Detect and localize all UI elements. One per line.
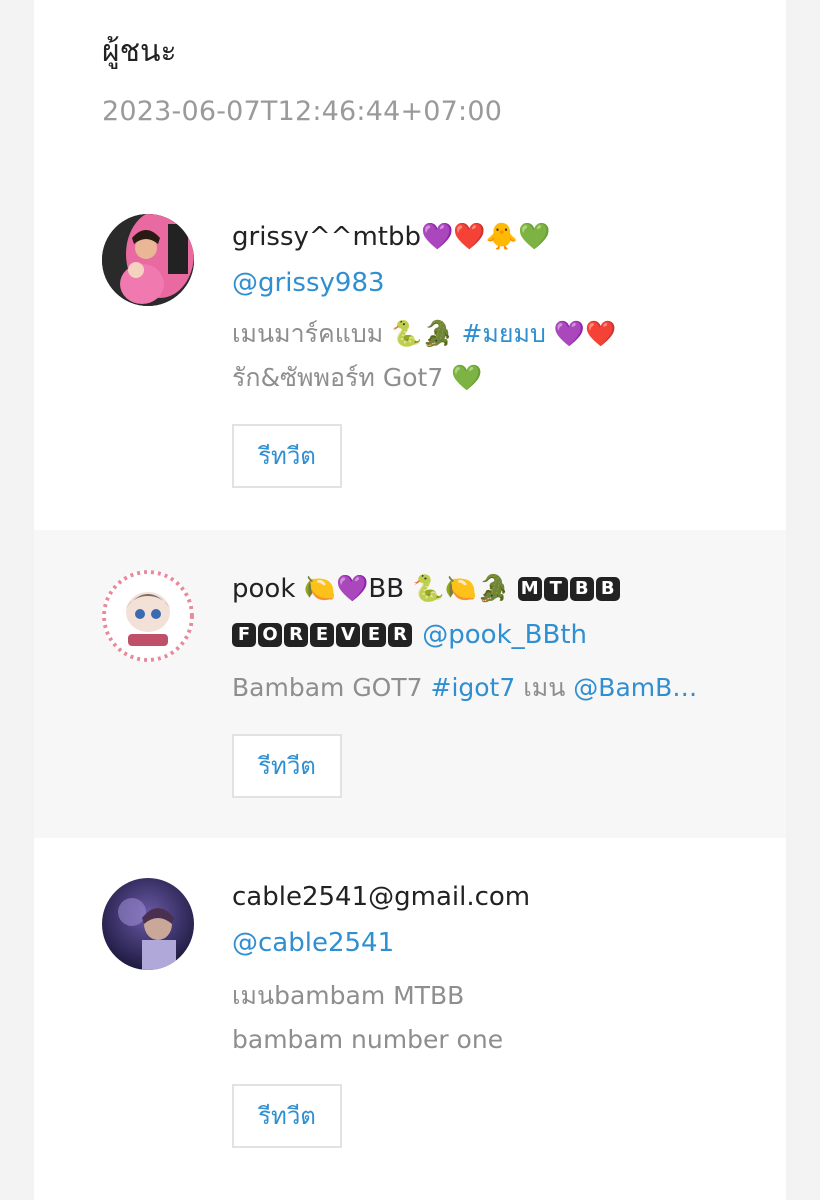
retweet-button[interactable]: รีทวีต <box>232 1084 342 1148</box>
user-handle[interactable]: @grissy983 <box>232 268 385 298</box>
hashtag-link[interactable]: #igot7 <box>431 673 516 702</box>
purple-heart-icon: 💜 <box>421 222 454 252</box>
retweet-button[interactable]: รีทวีต <box>232 424 342 488</box>
boxed-forever: FOREVER <box>232 620 414 650</box>
winner-entry-3: cable2541@gmail.com @cable2541 เมนbambam… <box>34 838 786 1200</box>
user-handle[interactable]: @pook_BBth <box>422 620 587 650</box>
bio-line-2: bambam number one <box>232 1025 504 1054</box>
user-handle[interactable]: @cable2541 <box>232 928 394 958</box>
chick-icon: 🐥 <box>485 222 519 252</box>
winners-card: ผู้ชนะ 2023-06-07T12:46:44+07:00 grissy^… <box>34 0 786 1200</box>
green-heart-icon: 💚 <box>518 222 551 252</box>
crocodile-icon: 🐊 <box>477 574 510 604</box>
avatar[interactable] <box>102 570 194 662</box>
boxed-mtbb: MTBB <box>517 574 622 604</box>
page-title: ผู้ชนะ <box>102 34 177 69</box>
lemon-icon: 🍋 <box>303 574 337 604</box>
display-name[interactable]: cable2541@gmail.com <box>232 882 530 912</box>
avatar[interactable] <box>102 214 194 306</box>
crocodile-icon: 🐊 <box>422 319 454 348</box>
bio-line-1: เมนbambam MTBB <box>232 981 465 1010</box>
avatar-image <box>102 878 194 970</box>
lemon-icon: 🍋 <box>444 574 478 604</box>
snake-icon: 🐍 <box>391 319 423 348</box>
winner-entry-2: pook 🍋💜BB 🐍🍋🐊 MTBB FOREVER @pook_BBth Ba… <box>34 530 786 838</box>
green-heart-icon: 💚 <box>451 363 483 392</box>
red-heart-icon: ❤️ <box>584 319 617 348</box>
avatar-image <box>102 214 194 306</box>
display-name[interactable]: pook 🍋💜BB 🐍🍋🐊 MTBB <box>232 574 622 604</box>
retweet-button[interactable]: รีทวีต <box>232 734 342 798</box>
bio-line-1: เมนมาร์คแบม 🐍🐊 #มยมบ 💜❤️ <box>232 319 617 348</box>
user-bio: เมนbambam MTBB bambam number one <box>232 974 503 1062</box>
purple-heart-icon: 💜 <box>553 319 585 348</box>
hashtag-link[interactable]: #มยมบ <box>461 319 545 348</box>
avatar[interactable] <box>102 878 194 970</box>
red-heart-icon: ❤️ <box>453 222 486 252</box>
mention-link[interactable]: @BamB… <box>573 673 697 702</box>
bio-line-2: รัก&ซัพพอร์ท Got7 💚 <box>232 363 483 392</box>
user-bio: เมนมาร์คแบม 🐍🐊 #มยมบ 💜❤️ รัก&ซัพพอร์ท Go… <box>232 312 616 400</box>
display-name-continued: FOREVER @pook_BBth <box>232 620 587 650</box>
purple-heart-icon: 💜 <box>336 574 369 604</box>
winner-entry-1: grissy^^mtbb💜❤️🐥💚 @grissy983 เมนมาร์คแบม… <box>34 190 786 530</box>
display-name[interactable]: grissy^^mtbb💜❤️🐥💚 <box>232 222 551 252</box>
user-bio: Bambam GOT7 #igot7 เมน @BamB… <box>232 673 698 702</box>
avatar-image <box>102 570 194 662</box>
snake-icon: 🐍 <box>412 574 445 604</box>
timestamp: 2023-06-07T12:46:44+07:00 <box>102 96 503 127</box>
